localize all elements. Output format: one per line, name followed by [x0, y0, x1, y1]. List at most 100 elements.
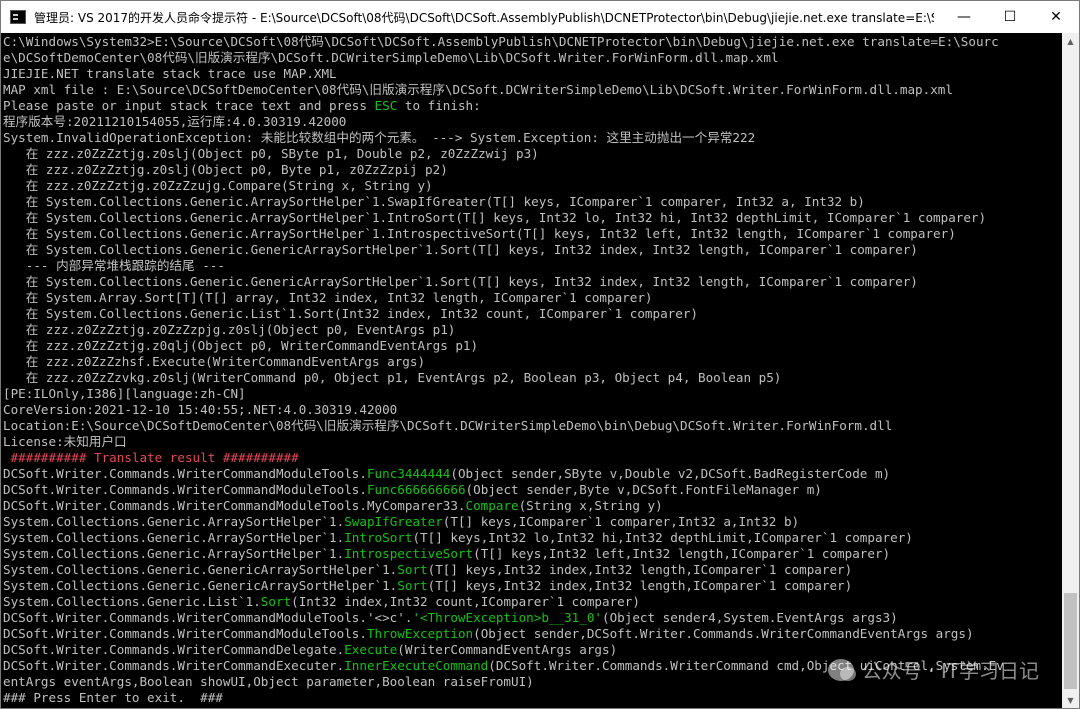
- console-text: System.Collections.Generic.ArraySortHelp…: [3, 514, 345, 529]
- console-text: 在 System.Array.Sort[T](T[] array, Int32 …: [3, 290, 653, 305]
- console-line: License:未知用户口: [3, 434, 1063, 450]
- console-text: System.Collections.Generic.List`1.: [3, 594, 261, 609]
- console-text: 在 zzz.z0ZzZzvkg.z0slj(WriterCommand p0, …: [3, 370, 782, 385]
- window-title: 管理员: VS 2017的开发人员命令提示符 - E:\Source\DCSof…: [34, 10, 934, 25]
- close-button[interactable]: ✕: [1033, 1, 1079, 33]
- console-line: --- 内部异常堆栈跟踪的结尾 ---: [3, 258, 1063, 274]
- console-highlight-green: InnerExecuteCommand: [344, 658, 489, 673]
- console-text: 在 System.Collections.Generic.ArraySortHe…: [3, 226, 956, 241]
- console-text: (T[] keys,IComparer`1 comparer,Int32 a,I…: [442, 514, 800, 529]
- console-line: 在 System.Collections.Generic.GenericArra…: [3, 274, 1063, 290]
- console-line: ### Press Enter to exit. ###: [3, 690, 1063, 706]
- console-text: (Int32 index,Int32 count,IComparer`1 com…: [291, 594, 640, 609]
- console-line: 在 zzz.z0ZzZzvkg.z0slj(WriterCommand p0, …: [3, 370, 1063, 386]
- console-text: System.Collections.Generic.GenericArrayS…: [3, 578, 398, 593]
- console-text: DCSoft.Writer.Commands.WriterCommandDele…: [3, 642, 345, 657]
- console-text: DCSoft.Writer.Commands.WriterCommandModu…: [3, 626, 367, 641]
- maximize-button[interactable]: ☐: [987, 1, 1033, 33]
- console-line: System.Collections.Generic.ArraySortHelp…: [3, 530, 1063, 546]
- console-text: JIEJIE.NET translate stack trace use MAP…: [3, 66, 337, 81]
- console-line: DCSoft.Writer.Commands.WriterCommandModu…: [3, 626, 1063, 642]
- console-text: 在 zzz.z0ZzZztjg.z0slj(Object p0, SByte p…: [3, 146, 539, 161]
- console-line: System.Collections.Generic.ArraySortHelp…: [3, 514, 1063, 530]
- console-text: DCSoft.Writer.Commands.WriterCommandModu…: [3, 610, 413, 625]
- console-line: 在 zzz.z0ZzZzhsf.Execute(WriterCommandEve…: [3, 354, 1063, 370]
- console-line: 在 zzz.z0ZzZztjg.z0ZzZzujg.Compare(String…: [3, 178, 1063, 194]
- console-text: 在 zzz.z0ZzZztjg.z0qlj(Object p0, WriterC…: [3, 338, 479, 353]
- console-line: ########## Translate result ##########: [3, 450, 1063, 466]
- console-line: 在 zzz.z0ZzZztjg.z0slj(Object p0, SByte p…: [3, 146, 1063, 162]
- console-highlight-green: SwapIfGreater: [344, 514, 443, 529]
- scrollbar-thumb[interactable]: [1064, 593, 1077, 689]
- console-line: 程序版本号:20211210154055,运行库:4.0.30319.42000: [3, 114, 1063, 130]
- console-text: (String x,String y): [518, 498, 663, 513]
- console-line: DCSoft.Writer.Commands.WriterCommandModu…: [3, 498, 1063, 514]
- console-line: 在 System.Collections.Generic.ArraySortHe…: [3, 194, 1063, 210]
- console-text: (T[] keys,Int32 left,Int32 length,ICompa…: [473, 546, 891, 561]
- console-highlight-green: Func3444444: [366, 466, 451, 481]
- console-text: --- 内部异常堆栈跟踪的结尾 ---: [3, 258, 225, 273]
- window-controls: — ☐ ✕: [941, 1, 1079, 33]
- console-line: 在 System.Collections.Generic.List`1.Sort…: [3, 306, 1063, 322]
- console-text: System.Collections.Generic.ArraySortHelp…: [3, 546, 345, 561]
- console-text: (T[] keys,Int32 lo,Int32 hi,Int32 depthL…: [412, 530, 913, 545]
- console-highlight-green: Sort: [397, 578, 428, 593]
- console-window: 管理员: VS 2017的开发人员命令提示符 - E:\Source\DCSof…: [0, 0, 1080, 709]
- console-text: (Object sender4,System.EventArgs args3): [602, 610, 898, 625]
- console-text: 在 System.Collections.Generic.ArraySortHe…: [3, 210, 987, 225]
- console-line: 在 System.Collections.Generic.ArraySortHe…: [3, 210, 1063, 226]
- console-highlight-green: Compare: [465, 498, 519, 513]
- vertical-scrollbar[interactable]: ▲ ▼: [1062, 33, 1079, 708]
- console-highlight-green: ESC: [374, 98, 398, 113]
- scroll-down-arrow-icon[interactable]: ▼: [1062, 692, 1079, 708]
- console-line: DCSoft.Writer.Commands.WriterCommandModu…: [3, 610, 1063, 626]
- console-line: 在 zzz.z0ZzZztjg.z0ZzZzpjg.z0slj(Object p…: [3, 322, 1063, 338]
- console-text: entArgs eventArgs,Boolean showUI,Object …: [3, 674, 534, 689]
- console-line: 在 zzz.z0ZzZztjg.z0qlj(Object p0, WriterC…: [3, 338, 1063, 354]
- console-text: 在 System.Collections.Generic.GenericArra…: [3, 274, 918, 289]
- console-highlight-green: Sort: [260, 594, 292, 609]
- console-line: e\DCSoftDemoCenter\08代码\旧版演示程序\DCSoft.DC…: [3, 50, 1063, 66]
- console-text: 在 System.Collections.Generic.GenericArra…: [3, 242, 918, 257]
- console-text: DCSoft.Writer.Commands.WriterCommandExec…: [3, 658, 345, 673]
- title-bar[interactable]: 管理员: VS 2017的开发人员命令提示符 - E:\Source\DCSof…: [1, 1, 1079, 33]
- console-text: Location:E:\Source\DCSoftDemoCenter\08代码…: [3, 418, 893, 433]
- console-text: License:未知用户口: [3, 434, 127, 449]
- minimize-button[interactable]: —: [941, 1, 987, 33]
- console-highlight-green: ThrowException: [366, 626, 474, 641]
- console-line: 在 System.Collections.Generic.ArraySortHe…: [3, 226, 1063, 242]
- console-line: System.Collections.Generic.ArraySortHelp…: [3, 546, 1063, 562]
- console-text: 在 System.Collections.Generic.ArraySortHe…: [3, 194, 865, 209]
- console-text: to finish:: [397, 98, 481, 113]
- console-text: 在 zzz.z0ZzZztjg.z0ZzZzujg.Compare(String…: [3, 178, 433, 193]
- console-output[interactable]: C:\Windows\System32>E:\Source\DCSoft\08代…: [1, 33, 1063, 708]
- console-text: 在 System.Collections.Generic.List`1.Sort…: [3, 306, 698, 321]
- console-app-icon[interactable]: [10, 10, 26, 24]
- console-text: (Object sender,DCSoft.Writer.Commands.Wr…: [473, 626, 974, 641]
- console-line: 在 zzz.z0ZzZztjg.z0slj(Object p0, Byte p1…: [3, 162, 1063, 178]
- console-text: 程序版本号:20211210154055,运行库:4.0.30319.42000: [3, 114, 347, 129]
- console-text: 在 zzz.z0ZzZztjg.z0ZzZzpjg.z0slj(Object p…: [3, 322, 456, 337]
- watermark: 公众号 · IT学习日记: [827, 655, 1039, 684]
- console-line: MAP xml file : E:\Source\DCSoftDemoCente…: [3, 82, 1063, 98]
- console-line: C:\Windows\System32>E:\Source\DCSoft\08代…: [3, 34, 1063, 50]
- console-line: 在 System.Array.Sort[T](T[] array, Int32 …: [3, 290, 1063, 306]
- console-text: e\DCSoftDemoCenter\08代码\旧版演示程序\DCSoft.DC…: [3, 50, 779, 65]
- console-highlight-green: IntroSort: [344, 530, 413, 545]
- console-text: [PE:ILOnly,I386][language:zh-CN]: [3, 386, 246, 401]
- console-line: JIEJIE.NET translate stack trace use MAP…: [3, 66, 1063, 82]
- console-line: System.InvalidOperationException: 未能比较数组…: [3, 130, 1063, 146]
- console-text: ### Press Enter to exit. ###: [3, 690, 223, 705]
- console-highlight-green: Sort: [397, 562, 428, 577]
- console-line: 在 System.Collections.Generic.GenericArra…: [3, 242, 1063, 258]
- console-line: Location:E:\Source\DCSoftDemoCenter\08代码…: [3, 418, 1063, 434]
- console-highlight-red: ########## Translate result ##########: [3, 450, 299, 465]
- console-text: DCSoft.Writer.Commands.WriterCommandModu…: [3, 498, 466, 513]
- console-text: System.Collections.Generic.GenericArrayS…: [3, 562, 398, 577]
- scroll-up-arrow-icon[interactable]: ▲: [1062, 33, 1079, 50]
- watermark-text: 公众号 · IT学习日记: [861, 659, 1039, 683]
- console-text: (WriterCommandEventArgs args): [397, 642, 618, 657]
- wechat-icon: [827, 658, 856, 681]
- console-line: DCSoft.Writer.Commands.WriterCommandModu…: [3, 482, 1063, 498]
- console-text: 在 zzz.z0ZzZztjg.z0slj(Object p0, Byte p1…: [3, 162, 448, 177]
